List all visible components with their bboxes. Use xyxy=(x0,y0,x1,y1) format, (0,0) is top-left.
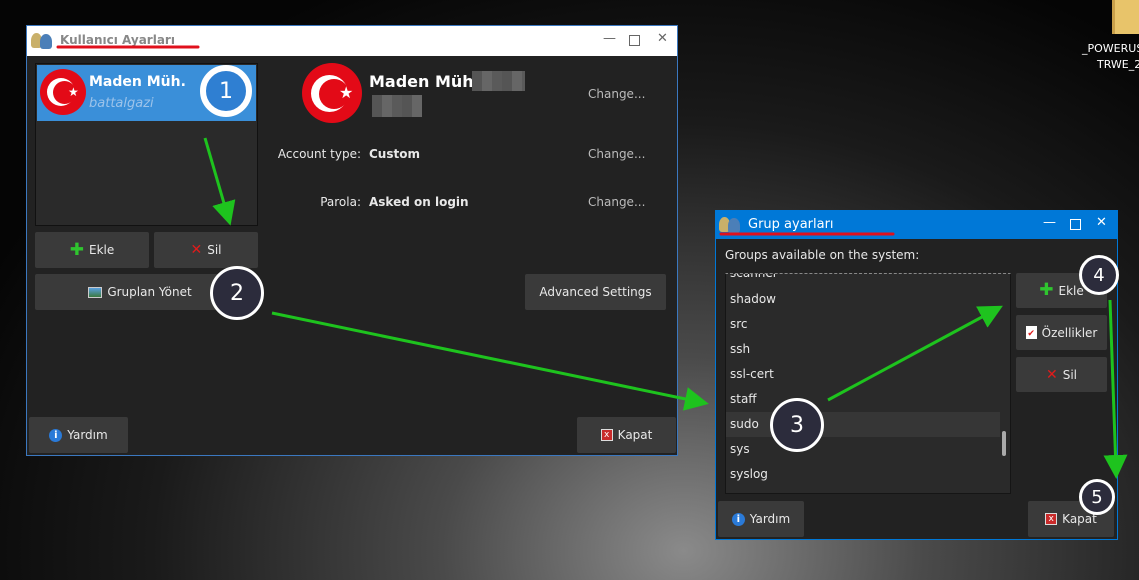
green-arrow xyxy=(1103,299,1128,479)
green-arrow xyxy=(203,137,236,226)
annotation-4: 4 xyxy=(1079,255,1119,295)
annotation-overlay xyxy=(56,45,1128,479)
annotation-2: 2 xyxy=(210,266,264,320)
annotation-1: 1 xyxy=(200,65,252,117)
green-arrow xyxy=(827,305,1003,402)
annotation-5: 5 xyxy=(1079,479,1115,515)
green-arrow xyxy=(271,311,709,411)
annotation-3: 3 xyxy=(770,398,824,452)
